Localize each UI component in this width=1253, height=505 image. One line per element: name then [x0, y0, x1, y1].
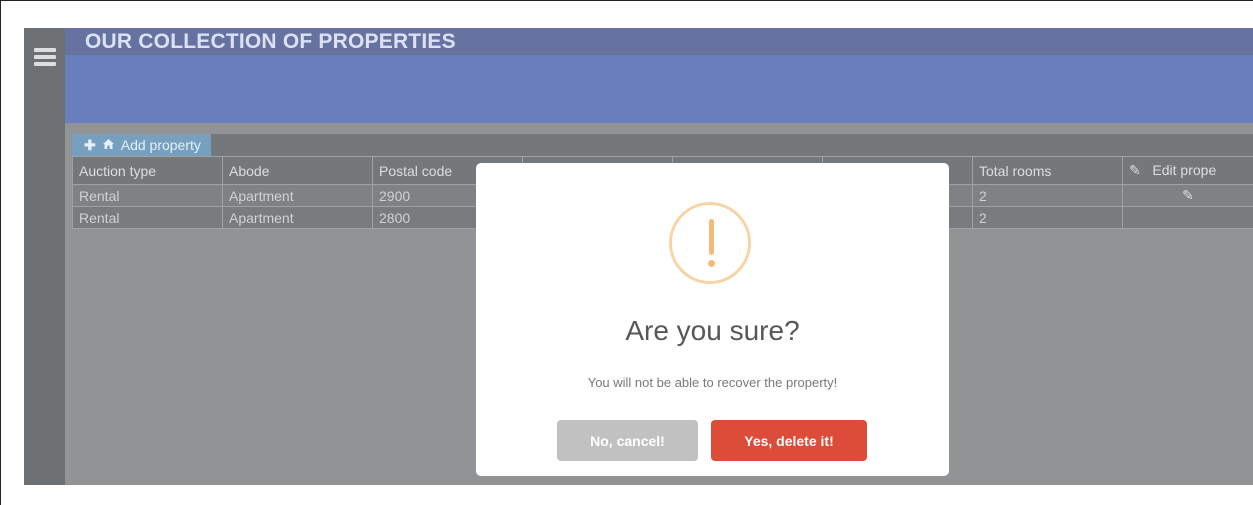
dialog-title: Are you sure?	[625, 315, 800, 346]
cancel-button[interactable]: No, cancel!	[557, 420, 698, 461]
confirm-delete-button[interactable]: Yes, delete it!	[711, 420, 867, 461]
warning-icon	[669, 202, 751, 284]
dialog-text: You will not be able to recover the prop…	[587, 375, 838, 390]
confirm-dialog: Are you sure? You will not be able to re…	[476, 163, 949, 476]
